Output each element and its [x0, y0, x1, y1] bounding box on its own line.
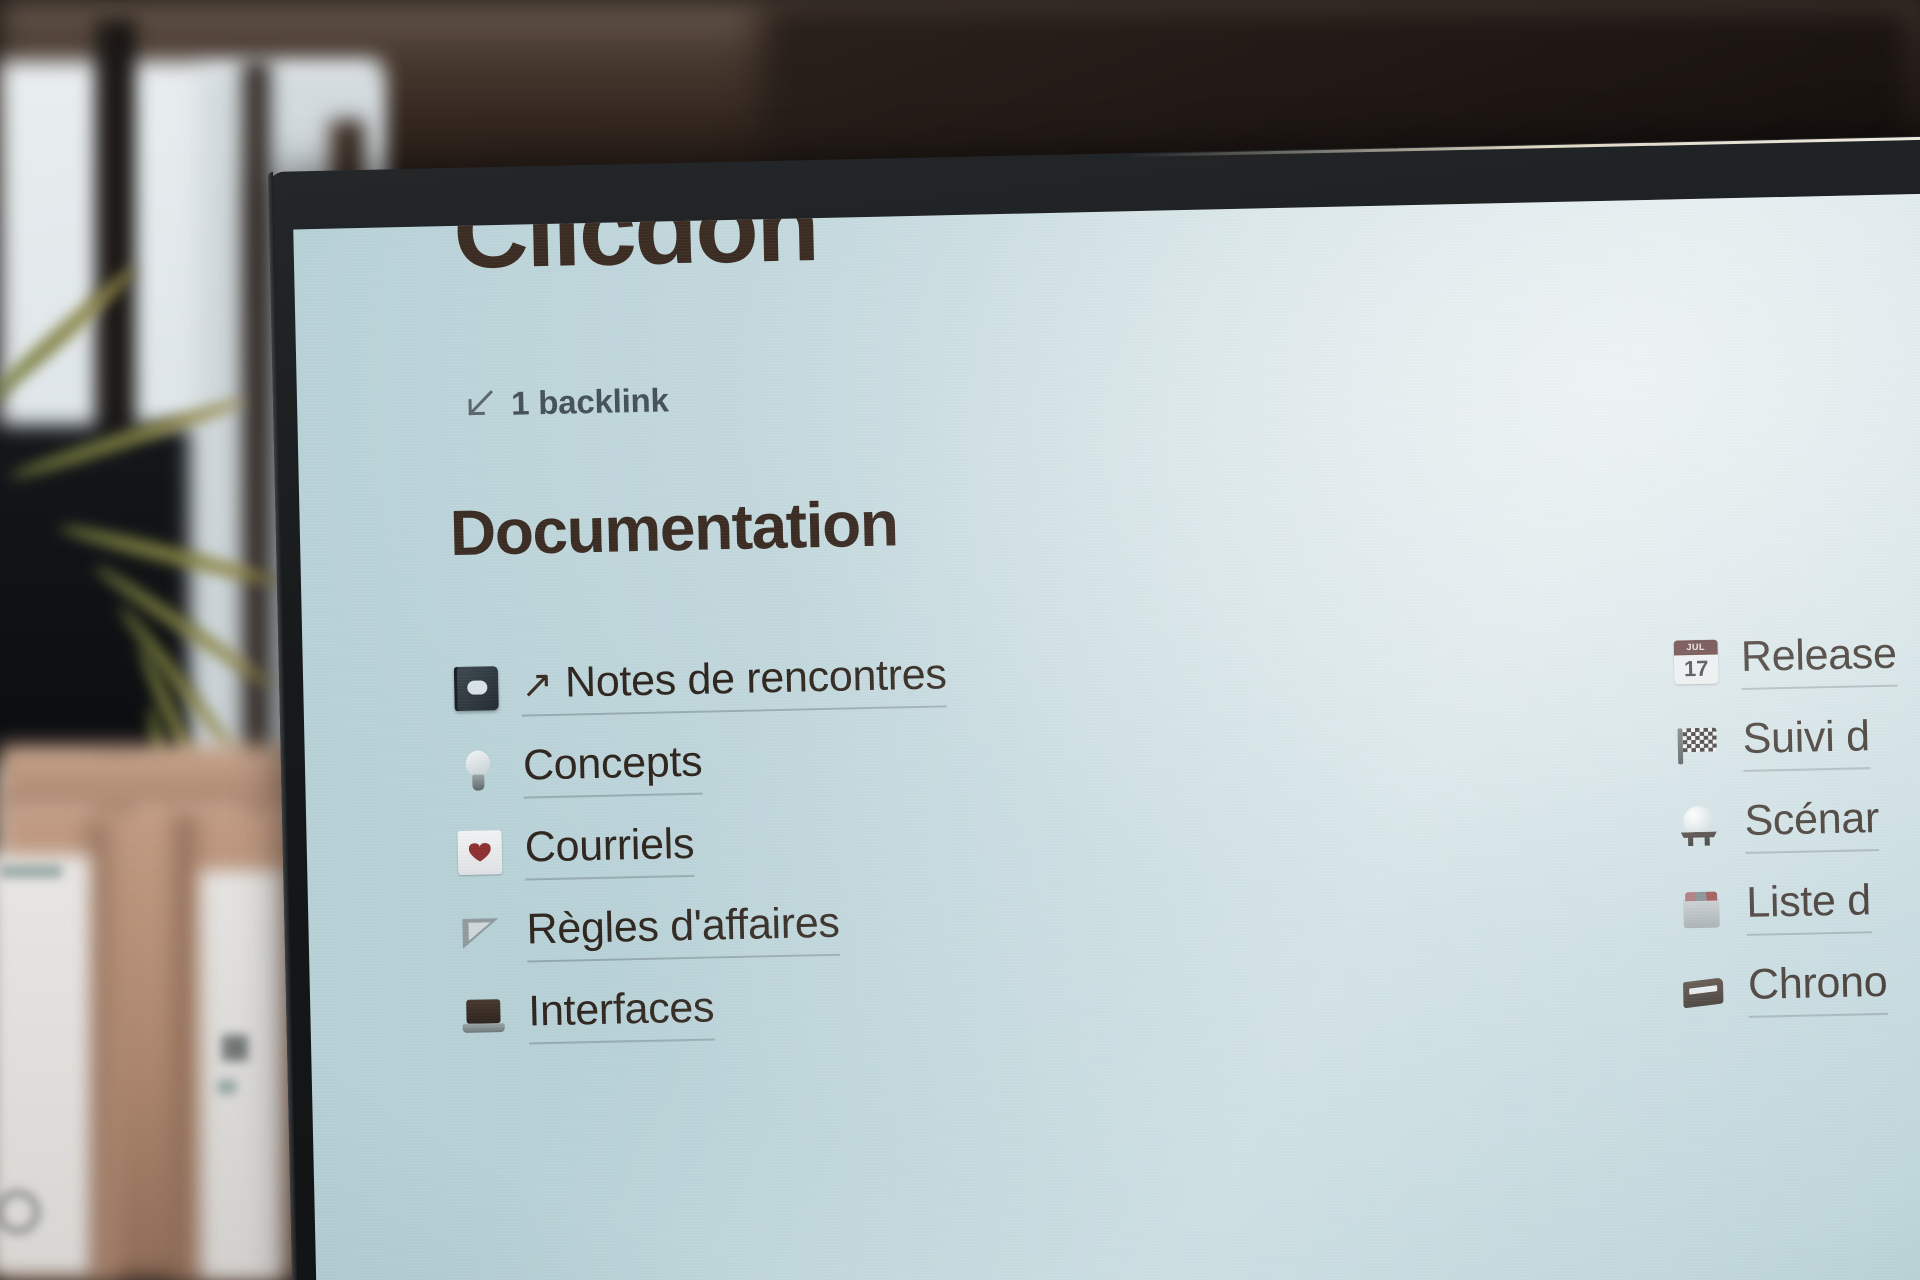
list-item[interactable]: Interfaces [460, 961, 1162, 1058]
window-mullion-2 [243, 60, 269, 860]
link-label-wrap[interactable]: ↗ Notes de rencontres [520, 649, 948, 717]
arrow-down-left-icon [465, 389, 496, 420]
shelf-paper-2 [200, 870, 285, 1280]
list-item[interactable]: ↗ Notes de rencontres [452, 633, 1154, 730]
calendar-day-label: 17 [1683, 655, 1709, 682]
love-letter-icon [456, 829, 503, 876]
section-heading: Documentation [449, 487, 899, 570]
link-label: Courriels [524, 819, 695, 872]
light-bulb-icon [455, 747, 502, 794]
link-label: Règles d'affaires [526, 898, 841, 954]
link-label-wrap[interactable]: Interfaces [527, 982, 715, 1045]
link-label: Liste d [1745, 875, 1872, 927]
link-label-wrap[interactable]: Release [1740, 629, 1898, 690]
link-label-wrap[interactable]: Règles d'affaires [526, 898, 841, 963]
link-label: Suivi d [1742, 711, 1871, 763]
list-item[interactable]: Liste d [1678, 855, 1920, 949]
shelf-divider-2 [176, 815, 198, 1280]
list-item[interactable]: Courriels [456, 797, 1158, 894]
link-label: Scénar [1743, 793, 1880, 845]
paper-marking [218, 1080, 236, 1094]
list-item[interactable]: Suivi d [1674, 691, 1920, 785]
monitor-screen: Clicdoh 1 backlink Documentation ↗ Notes… [293, 192, 1920, 1280]
link-label-wrap[interactable]: Liste d [1745, 875, 1872, 936]
shelf-divider [88, 820, 116, 1280]
link-label: Chrono [1747, 957, 1888, 1009]
file-box-icon [1680, 966, 1727, 1013]
external-link-arrow-icon: ↗ [520, 663, 554, 707]
backlink-count-label: 1 backlink [510, 381, 670, 422]
link-label-wrap[interactable]: Concepts [522, 737, 703, 799]
link-label: Notes de rencontres [564, 649, 947, 707]
list-item[interactable]: Concepts [454, 715, 1156, 812]
link-label-wrap[interactable]: Suivi d [1742, 711, 1871, 772]
document-page: Clicdoh 1 backlink Documentation ↗ Notes… [293, 192, 1920, 1280]
list-item[interactable]: Chrono [1679, 937, 1920, 1031]
links-column-left: ↗ Notes de rencontres Concepts Courriels [452, 633, 1161, 1058]
link-label: Concepts [522, 737, 703, 790]
closed-book-icon [453, 665, 500, 712]
paper-marking [222, 1035, 248, 1061]
plant-pot [0, 425, 190, 765]
laptop-icon [460, 993, 507, 1040]
paper-marking [0, 865, 62, 878]
list-item[interactable]: JUL 17 Release [1672, 609, 1920, 703]
link-label-wrap[interactable]: Scénar [1743, 793, 1880, 854]
backlink-row[interactable]: 1 backlink [465, 381, 669, 423]
triangular-ruler-icon [458, 911, 505, 958]
list-item[interactable]: Règles d'affaires [458, 879, 1160, 976]
monitor: Clicdoh 1 backlink Documentation ↗ Notes… [268, 133, 1920, 1280]
link-label: Interfaces [527, 982, 715, 1036]
links-column-right: JUL 17 Release Suivi d Scénar Liste d Ch… [1672, 609, 1920, 1031]
list-item[interactable]: Scénar [1676, 773, 1920, 867]
link-label: Release [1740, 629, 1898, 681]
calendar-icon: JUL 17 [1673, 638, 1720, 685]
card-index-dividers-icon [1678, 884, 1725, 931]
chequered-flag-icon [1674, 720, 1721, 767]
link-label-wrap[interactable]: Chrono [1747, 957, 1888, 1018]
link-label-wrap[interactable]: Courriels [524, 819, 695, 881]
crystal-ball-icon [1676, 802, 1723, 849]
